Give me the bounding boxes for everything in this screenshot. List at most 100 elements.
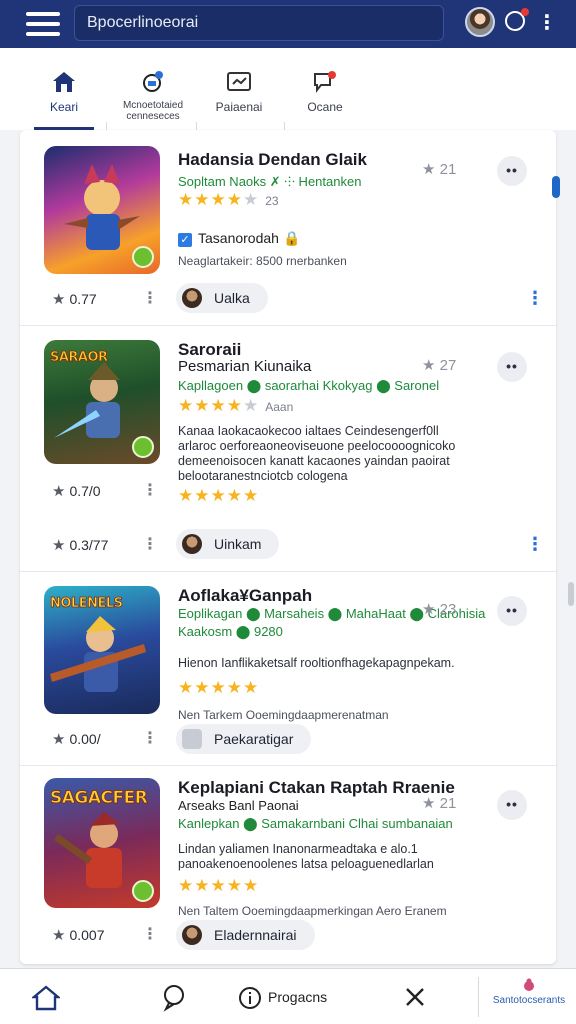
notification-icon[interactable] xyxy=(505,8,529,31)
bottom-navigation: Progacns Santotocserants xyxy=(0,968,576,1024)
thumbnail-logo: SARAOR xyxy=(50,350,109,366)
app-thumbnail[interactable]: NOLENELS xyxy=(44,586,160,714)
app-title: Aoflaka¥Ganpah xyxy=(178,586,313,605)
tab-apps[interactable]: Paiaenai xyxy=(208,70,270,130)
hamburger-menu-icon[interactable] xyxy=(26,12,60,36)
developer-avatar xyxy=(182,288,202,308)
verified-badge-icon xyxy=(132,436,154,458)
developer-avatar xyxy=(182,534,202,554)
tab-featured[interactable]: Mcnoetotaied cenneseces xyxy=(116,70,190,130)
bug-icon xyxy=(524,978,534,991)
install-checkbox[interactable]: ✓ Tasanorodah 🔒 xyxy=(178,230,300,247)
app-thumbnail[interactable]: SARAOR xyxy=(44,340,160,464)
tab-label: Paiaenai xyxy=(215,100,263,114)
list-item[interactable]: SARAOR Saroraii Pesmarian Kiunaika Kapll… xyxy=(20,326,556,572)
developer-avatar xyxy=(182,729,202,749)
app-thumbnail[interactable]: SAGACFER xyxy=(44,778,160,908)
window-icon xyxy=(227,72,251,91)
score-label: ★ 0.77 xyxy=(52,291,97,308)
overflow-menu-icon[interactable]: ⋮ xyxy=(537,12,557,34)
programs-nav[interactable]: Progacns xyxy=(238,981,327,1013)
item-actions-icon[interactable]: ⋮ xyxy=(526,534,544,555)
side-panel-handle[interactable] xyxy=(552,176,560,198)
developer-chip[interactable]: Uinkam xyxy=(176,529,280,559)
score-star-icon: ★ xyxy=(52,731,66,748)
star-rating: ★★★★★ xyxy=(178,678,260,697)
item-menu-icon[interactable]: ⋮ xyxy=(142,480,158,500)
app-description: Hienon Ianflikaketsalf rooltionfhagekapa… xyxy=(178,656,455,670)
rank-star-icon: ★ xyxy=(422,357,436,374)
thumbnail-logo: NOLENELS xyxy=(50,596,124,612)
app-title-secondary: Pesmarian Kiunaika xyxy=(178,358,312,375)
app-description: Kanaa Iaokacaokecoo ialtaes Ceindesenger… xyxy=(178,424,456,483)
star-rating: ★★★★★ xyxy=(178,876,260,895)
app-meta: Neaglartakeir: 8500 rnerbanken xyxy=(178,254,347,268)
list-item[interactable]: SAGACFER Keplapiani Ctakan Raptah Rraeni… xyxy=(20,766,556,964)
rank-label: ★ 27 xyxy=(422,357,457,374)
search-input[interactable]: Bpocerlinoeorai xyxy=(74,5,444,41)
developer-chip[interactable]: Ualka xyxy=(176,283,268,313)
info-icon xyxy=(239,987,261,1010)
list-item[interactable]: NOLENELS Aoflaka¥Ganpah Eoplikagan ⬤ Mar… xyxy=(20,572,556,766)
app-subtitle-secondary: Kanlepkan ⬤ Samakarnbani Clhai sumbanaia… xyxy=(178,816,453,831)
tab-label: Ocane xyxy=(307,100,343,114)
category-tabs: Keari Mcnoetotaied cenneseces Paiaenai O… xyxy=(0,48,576,160)
more-options-button[interactable]: •• xyxy=(497,156,527,186)
lock-icon: 🔒 xyxy=(282,230,301,246)
rank-label: ★ 21 xyxy=(422,161,457,178)
tab-label: Mcnoetotaied cenneseces xyxy=(122,100,184,122)
more-options-button[interactable]: •• xyxy=(497,352,527,382)
more-options-button[interactable]: •• xyxy=(497,596,527,626)
star-rating: ★★★★★ Aaan xyxy=(178,396,294,415)
developer-avatar xyxy=(182,925,202,945)
app-subtitle: Arseaks Banl Paonai xyxy=(178,798,299,813)
item-menu-icon[interactable]: ⋮ xyxy=(142,288,158,308)
app-subtitle: Kapllagoen ⬤ saorarhai Kkokyag ⬤ Saronel xyxy=(178,378,440,393)
rank-star-icon: ★ xyxy=(422,601,436,618)
home-icon xyxy=(53,72,75,92)
scrollbar-thumb[interactable] xyxy=(568,582,574,606)
thumbnail-logo: SAGACFER xyxy=(50,788,149,809)
home-nav-icon[interactable] xyxy=(32,981,60,1013)
app-title: Hadansia Dendan Glaik xyxy=(178,150,367,169)
app-meta: Nen Tarkem Ooemingdaapmerenatman xyxy=(178,708,389,722)
developer-chip[interactable]: Paekaratigar xyxy=(176,724,312,754)
score-star-icon: ★ xyxy=(52,291,66,308)
developer-chip[interactable]: Eladernnairai xyxy=(176,920,315,950)
item-menu-icon[interactable]: ⋮ xyxy=(142,924,158,944)
item-menu-icon[interactable]: ⋮ xyxy=(142,728,158,748)
score-star-icon: ★ xyxy=(52,927,66,944)
tab-community[interactable]: Ocane xyxy=(296,70,354,130)
list-item[interactable]: Hadansia Dendan Glaik Sopltam Naoks ✗ ⸭ … xyxy=(20,130,556,326)
score-label: ★ 0.007 xyxy=(52,927,105,944)
app-meta: Nen Taltem Ooemingdaapmerkingan Aero Era… xyxy=(178,904,447,918)
tools-nav-icon[interactable] xyxy=(402,981,428,1013)
verified-badge-icon xyxy=(132,880,154,902)
tab-label: Keari xyxy=(49,100,78,114)
app-subtitle-secondary: Kaakosm ⬤ 9280 xyxy=(178,624,283,639)
app-title: Saroraii xyxy=(178,340,242,359)
user-avatar[interactable] xyxy=(465,7,495,37)
item-menu-icon[interactable]: ⋮ xyxy=(142,534,158,554)
app-thumbnail[interactable] xyxy=(44,146,160,274)
item-actions-icon[interactable]: ⋮ xyxy=(526,288,544,309)
check-label: Tasanorodah xyxy=(198,230,279,246)
badge-add-icon xyxy=(143,71,163,92)
user-rating: ★★★★★ xyxy=(178,486,260,505)
score-label-secondary: ★ 0.3/77 xyxy=(52,537,109,554)
rank-star-icon: ★ xyxy=(422,795,436,812)
chat-nav-icon[interactable] xyxy=(160,981,188,1013)
verified-badge-icon xyxy=(132,246,154,268)
rank-label: ★ 23 xyxy=(422,601,457,618)
tab-home[interactable]: Keari xyxy=(34,70,94,130)
rank-label: ★ 21 xyxy=(422,795,457,812)
settings-nav[interactable]: Santotocserants xyxy=(486,977,572,1006)
more-options-button[interactable]: •• xyxy=(497,790,527,820)
score-label: ★ 0.00/ xyxy=(52,731,101,748)
chat-alert-icon xyxy=(314,71,336,93)
score-star-icon: ★ xyxy=(52,537,66,554)
app-title: Keplapiani Ctakan Raptah Rraenie xyxy=(178,778,455,797)
score-label: ★ 0.7/0 xyxy=(52,483,101,500)
score-star-icon: ★ xyxy=(52,483,66,500)
top-app-bar: Bpocerlinoeorai ⋮ xyxy=(0,0,576,48)
